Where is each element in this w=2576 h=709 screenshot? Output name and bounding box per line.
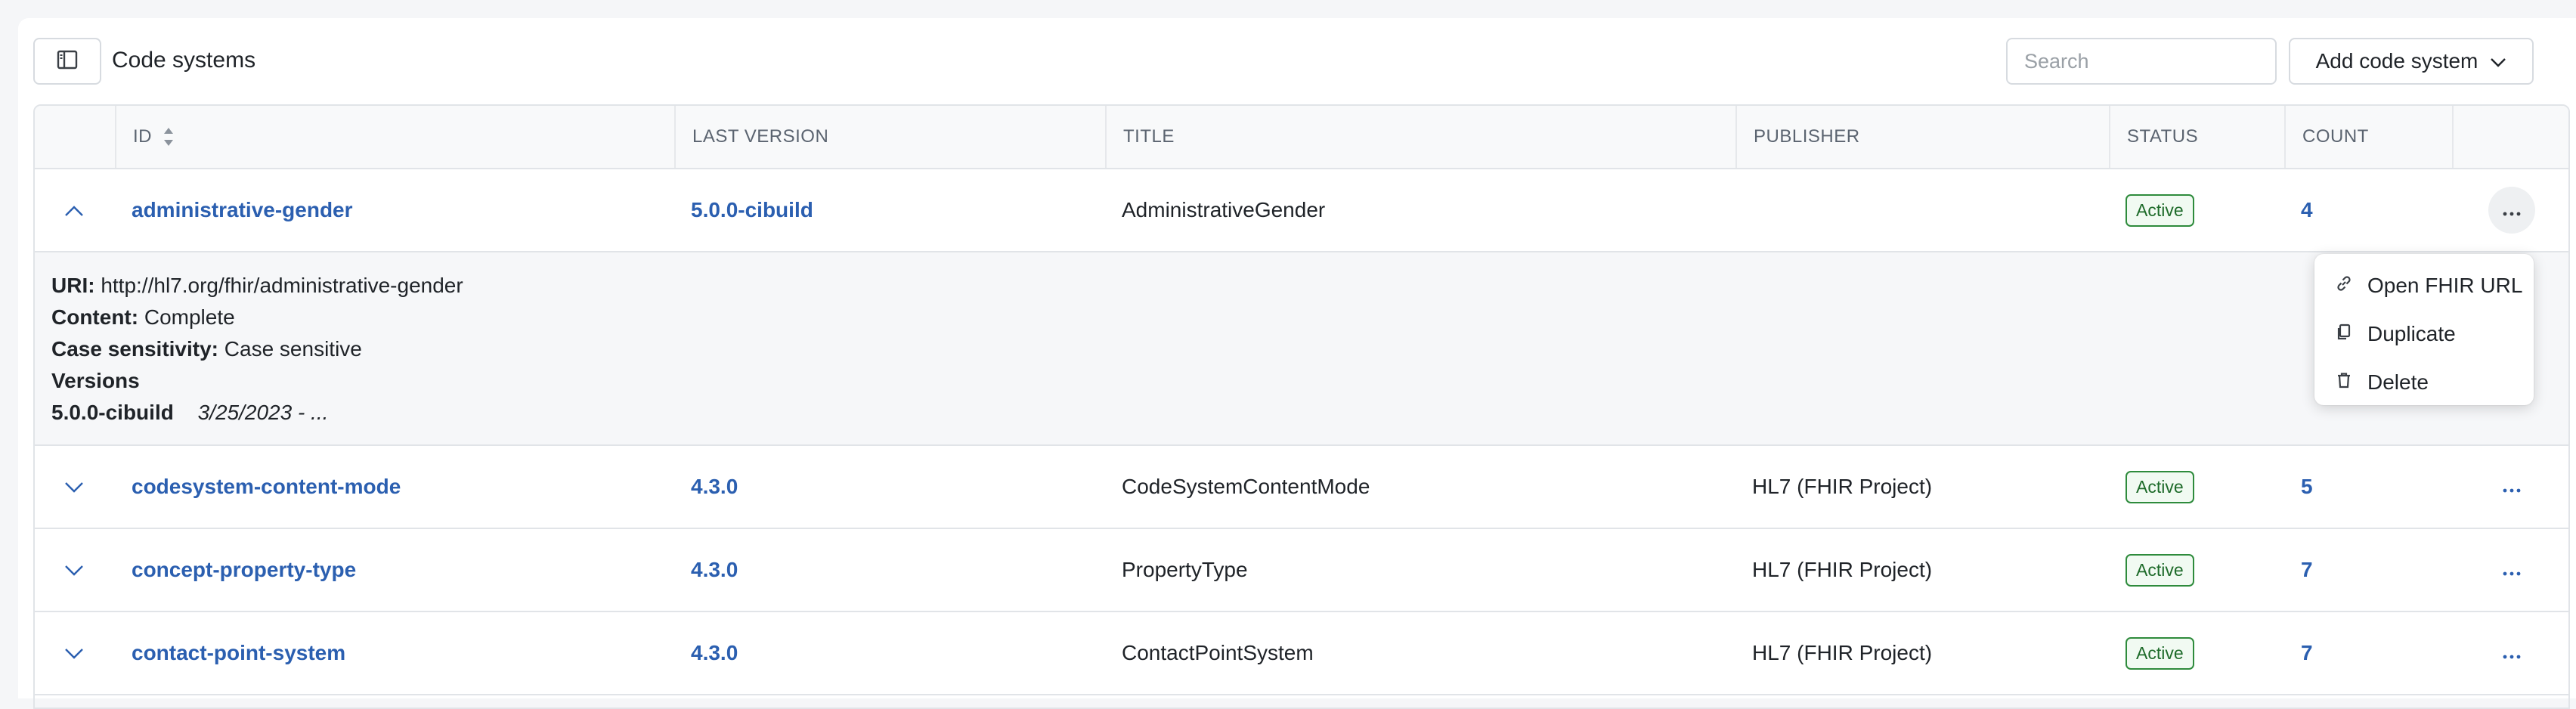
sidebar-toggle-button[interactable]	[33, 38, 101, 85]
collapse-row-button[interactable]	[35, 169, 113, 251]
detail-case-sensitivity: Case sensitivity: Case sensitive	[51, 337, 362, 361]
expand-row-button[interactable]	[35, 612, 113, 694]
chevron-down-icon	[64, 475, 84, 499]
chevron-down-icon	[64, 641, 84, 665]
row-actions-button[interactable]	[2488, 546, 2535, 593]
menu-item-open-fhir-url[interactable]: Open FHIR URL	[2314, 262, 2534, 310]
detail-versions-label: Versions	[51, 369, 140, 392]
menu-item-label: Open FHIR URL	[2367, 274, 2523, 297]
row-actions-button[interactable]	[2488, 463, 2535, 510]
code-system-id-link[interactable]: concept-property-type	[132, 529, 356, 611]
code-system-id-link[interactable]: codesystem-content-mode	[132, 446, 401, 528]
more-horizontal-icon	[2502, 641, 2522, 665]
copy-icon	[2334, 322, 2354, 347]
status-cell: Active	[2126, 169, 2194, 251]
detail-versions-heading: Versions	[51, 369, 140, 393]
link-icon	[2334, 274, 2354, 299]
column-header-expand	[35, 106, 115, 168]
menu-item-delete[interactable]: Delete	[2314, 358, 2534, 407]
more-horizontal-icon	[2502, 475, 2522, 499]
count-link[interactable]: 4	[2301, 169, 2313, 251]
status-cell: Active	[2126, 446, 2194, 528]
search-input[interactable]	[2006, 38, 2277, 85]
last-version-link[interactable]: 4.3.0	[691, 446, 738, 528]
row-actions-button[interactable]	[2488, 630, 2535, 676]
status-cell: Active	[2126, 612, 2194, 694]
detail-version-date: 3/25/2023 - ...	[197, 401, 329, 424]
detail-version-name: 5.0.0-cibuild	[51, 401, 174, 424]
row-detail-panel: URI: http://hl7.org/fhir/administrative-…	[35, 252, 2568, 446]
count-link[interactable]: 5	[2301, 446, 2313, 528]
row-actions-cell	[2488, 612, 2535, 694]
toolbar: Code systems Add code system	[18, 18, 2576, 106]
column-header-last-version: LAST VERSION	[674, 106, 1105, 168]
expand-row-button[interactable]	[35, 446, 113, 528]
title-cell: CodeSystemContentMode	[1122, 475, 1370, 498]
title-cell: ContactPointSystem	[1122, 641, 1314, 664]
status-cell: Active	[2126, 529, 2194, 611]
row-actions-cell	[2488, 169, 2535, 251]
last-version-link[interactable]: 4.3.0	[691, 612, 738, 694]
publisher-cell: HL7 (FHIR Project)	[1752, 475, 1933, 498]
publisher-cell: HL7 (FHIR Project)	[1752, 558, 1933, 581]
detail-case-value: Case sensitive	[224, 337, 362, 361]
detail-uri-value: http://hl7.org/fhir/administrative-gende…	[101, 274, 463, 297]
detail-content: Content: Complete	[51, 305, 235, 330]
column-header-count: COUNT	[2284, 106, 2452, 168]
code-systems-card: Code systems Add code system ID LAST VER…	[18, 18, 2576, 709]
detail-case-label: Case sensitivity:	[51, 337, 218, 361]
table-row: codesystem-content-mode 4.3.0 CodeSystem…	[35, 446, 2568, 529]
add-code-system-label: Add code system	[2315, 49, 2478, 73]
code-system-id-link[interactable]: administrative-gender	[132, 169, 353, 251]
add-code-system-button[interactable]: Add code system	[2289, 38, 2534, 85]
column-header-actions	[2452, 106, 2568, 168]
row-actions-cell	[2488, 529, 2535, 611]
sidebar-panel-icon	[56, 48, 79, 75]
column-header-publisher: PUBLISHER	[1735, 106, 2109, 168]
sort-icon[interactable]	[163, 126, 175, 147]
detail-uri: URI: http://hl7.org/fhir/administrative-…	[51, 274, 463, 298]
more-horizontal-icon	[2502, 198, 2522, 222]
detail-content-label: Content:	[51, 305, 139, 329]
table-row: administrative-gender 5.0.0-cibuild Admi…	[35, 169, 2568, 252]
count-link[interactable]: 7	[2301, 529, 2313, 611]
table-row: concept-property-type 4.3.0 PropertyType…	[35, 529, 2568, 612]
row-actions-menu: Open FHIR URL Duplicate Delete	[2314, 254, 2534, 405]
last-version-link[interactable]: 4.3.0	[691, 529, 738, 611]
page-title: Code systems	[112, 48, 256, 73]
row-actions-button[interactable]	[2488, 187, 2535, 234]
column-header-title: TITLE	[1105, 106, 1735, 168]
status-badge: Active	[2126, 194, 2194, 227]
code-system-id-link[interactable]: contact-point-system	[132, 612, 345, 694]
detail-uri-label: URI:	[51, 274, 95, 297]
column-header-id[interactable]: ID	[115, 106, 703, 168]
column-header-id-label: ID	[133, 126, 152, 147]
detail-content-value: Complete	[144, 305, 235, 329]
title-cell: PropertyType	[1122, 558, 1248, 581]
more-horizontal-icon	[2502, 558, 2522, 582]
expand-row-button[interactable]	[35, 529, 113, 611]
status-badge: Active	[2126, 470, 2194, 503]
table-row: contact-point-system 4.3.0 ContactPointS…	[35, 612, 2568, 695]
detail-version-entry: 5.0.0-cibuild 3/25/2023 - ...	[51, 401, 328, 425]
column-header-status: STATUS	[2109, 106, 2284, 168]
menu-item-label: Duplicate	[2367, 322, 2456, 345]
count-link[interactable]: 7	[2301, 612, 2313, 694]
menu-item-label: Delete	[2367, 370, 2429, 394]
title-cell: AdministrativeGender	[1122, 198, 1326, 221]
row-actions-cell	[2488, 446, 2535, 528]
chevron-down-icon	[2490, 49, 2506, 73]
code-systems-table: ID LAST VERSION TITLE PUBLISHER STATUS C…	[33, 104, 2570, 709]
table-header: ID LAST VERSION TITLE PUBLISHER STATUS C…	[35, 106, 2568, 169]
status-badge: Active	[2126, 636, 2194, 670]
publisher-cell: HL7 (FHIR Project)	[1752, 641, 1933, 664]
trash-icon	[2334, 370, 2354, 395]
chevron-down-icon	[64, 558, 84, 582]
status-badge: Active	[2126, 553, 2194, 587]
last-version-link[interactable]: 5.0.0-cibuild	[691, 169, 813, 251]
menu-item-duplicate[interactable]: Duplicate	[2314, 310, 2534, 358]
chevron-up-icon	[64, 198, 84, 222]
